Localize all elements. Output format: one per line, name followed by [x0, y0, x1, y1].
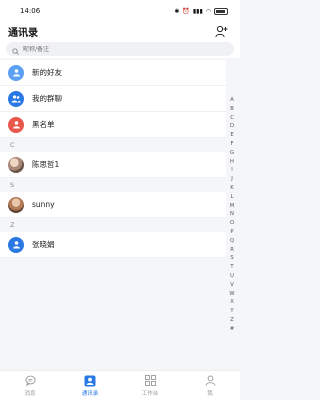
contact-list: 新的好友 我的群聊 黑名单 C 陈思哲1 S sunny Z 张晓娟 — [0, 60, 226, 258]
index-letter[interactable]: H — [230, 158, 234, 167]
chat-bubble-icon — [24, 375, 36, 387]
my-groups-item[interactable]: 我的群聊 — [0, 86, 226, 112]
page-title: 通讯录 — [8, 27, 38, 39]
contact-row[interactable]: sunny — [0, 192, 226, 218]
contact-name: sunny — [32, 200, 55, 209]
index-letter[interactable]: R — [230, 246, 234, 255]
index-letter[interactable]: A — [230, 96, 234, 105]
index-letter[interactable]: F — [231, 140, 234, 149]
index-letter[interactable]: L — [231, 193, 234, 202]
status-icons: ✱ ⏰ ▮▮▮ ◠ — [174, 7, 228, 15]
index-letter[interactable]: O — [230, 219, 234, 228]
index-letter[interactable]: D — [230, 122, 234, 131]
bottom-tab-bar: 消息 通讯录 工作台 我 — [0, 370, 240, 400]
tab-workbench-label: 工作台 — [141, 390, 159, 397]
my-groups-label: 我的群聊 — [32, 94, 62, 103]
index-letter[interactable]: Q — [230, 237, 234, 246]
tab-workbench[interactable]: 工作台 — [130, 375, 170, 397]
avatar — [8, 236, 24, 253]
index-letter[interactable]: T — [230, 263, 233, 272]
search-icon — [12, 40, 19, 59]
bluetooth-icon: ✱ — [174, 7, 180, 15]
contact-row[interactable]: 张晓娟 — [0, 232, 226, 258]
index-letter[interactable]: W — [229, 290, 234, 299]
index-letter[interactable]: E — [230, 131, 233, 140]
person-icon — [204, 375, 216, 387]
tab-me[interactable]: 我 — [190, 375, 230, 397]
index-letter[interactable]: N — [230, 210, 234, 219]
index-letter[interactable]: V — [230, 281, 234, 290]
search-input[interactable] — [23, 45, 203, 53]
index-letter[interactable]: Y — [230, 307, 233, 316]
avatar — [8, 196, 24, 213]
contact-name: 陈思哲1 — [32, 160, 60, 169]
tab-me-label: 我 — [207, 390, 213, 397]
new-friends-item[interactable]: 新的好友 — [0, 60, 226, 86]
contacts-icon — [84, 375, 96, 387]
tab-messages-label: 消息 — [24, 390, 36, 397]
section-header-c: C — [0, 138, 226, 152]
index-letter[interactable]: J — [231, 175, 233, 184]
alarm-icon: ⏰ — [182, 7, 190, 15]
index-letter[interactable]: K — [230, 184, 233, 193]
group-icon — [8, 90, 24, 107]
wifi-icon: ◠ — [205, 7, 211, 15]
tab-messages[interactable]: 消息 — [10, 375, 50, 397]
contact-row[interactable]: 陈思哲1 — [0, 152, 226, 178]
blacklist-label: 黑名单 — [32, 120, 55, 129]
battery-icon — [214, 7, 228, 15]
index-letter[interactable]: U — [230, 272, 234, 281]
search-box[interactable] — [6, 42, 234, 56]
index-letter[interactable]: M — [230, 202, 234, 211]
index-letter[interactable]: P — [230, 228, 233, 237]
avatar — [8, 156, 24, 173]
index-letter[interactable]: S — [230, 254, 233, 263]
header: 通讯录 — [0, 22, 240, 40]
section-header-z: Z — [0, 218, 226, 232]
tab-contacts[interactable]: 通讯录 — [70, 375, 110, 397]
add-contact-icon[interactable] — [214, 24, 228, 38]
tab-contacts-label: 通讯录 — [81, 390, 99, 397]
index-letter[interactable]: C — [230, 114, 234, 123]
blacklist-icon — [8, 116, 24, 133]
index-letter[interactable]: X — [230, 298, 234, 307]
index-letter[interactable]: G — [230, 149, 234, 158]
index-letter[interactable]: Z — [230, 316, 234, 325]
blacklist-item[interactable]: 黑名单 — [0, 112, 226, 138]
index-letter[interactable]: I — [231, 166, 233, 175]
contact-name: 张晓娟 — [32, 240, 55, 249]
new-friend-icon — [8, 64, 24, 81]
index-letter[interactable]: # — [230, 325, 234, 334]
search-bar — [0, 40, 240, 58]
signal-icon: ▮▮▮ — [192, 7, 203, 15]
grid-icon — [144, 375, 156, 387]
new-friends-label: 新的好友 — [32, 68, 62, 77]
index-letter[interactable]: B — [230, 105, 234, 114]
alphabet-index[interactable]: A B C D E F G H I J K L M N O P Q R S T U V W X Y Z # — [227, 96, 237, 334]
status-time: 14:06 — [20, 7, 41, 15]
section-header-s: S — [0, 178, 226, 192]
status-bar: 14:06 ✱ ⏰ ▮▮▮ ◠ — [0, 0, 240, 22]
